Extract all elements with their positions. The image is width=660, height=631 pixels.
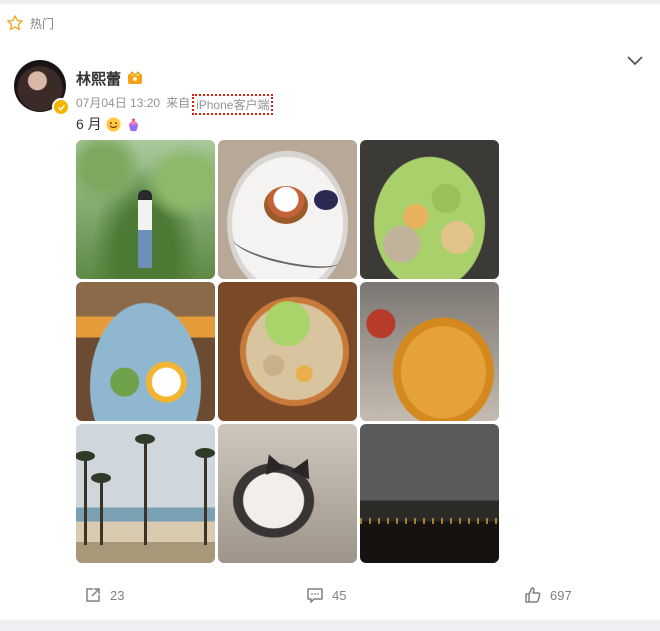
comment-count: 45 — [332, 587, 347, 603]
photo-1[interactable] — [76, 140, 215, 279]
top-divider — [0, 0, 660, 4]
photo-8[interactable] — [218, 424, 357, 563]
photo-7[interactable] — [76, 424, 215, 563]
post-text: 6 月 — [76, 114, 142, 134]
star-icon — [7, 15, 23, 31]
chevron-down-icon[interactable] — [626, 54, 644, 68]
share-icon — [86, 588, 100, 602]
emoji-icon — [106, 116, 121, 132]
crown-icon — [128, 71, 142, 84]
like-count: 697 — [550, 587, 572, 603]
cupcake-icon — [128, 117, 138, 131]
post-source: iPhone客户端 — [192, 94, 274, 115]
comment-icon — [307, 588, 323, 603]
photo-6[interactable] — [360, 282, 499, 421]
verified-icon — [52, 98, 70, 116]
username[interactable]: 林熙蕾 — [76, 68, 121, 89]
source-prefix: 来自 — [166, 96, 191, 110]
hot-tag: 热门 — [6, 14, 54, 32]
like-icon — [525, 587, 541, 603]
photo-4[interactable] — [76, 282, 215, 421]
action-bar: 23 45 697 — [0, 586, 660, 610]
share-count: 23 — [110, 587, 125, 603]
like-button[interactable]: 697 — [524, 586, 572, 604]
hot-label: 热门 — [30, 16, 55, 31]
post-meta: 07月04日 13:20 来自 iPhone客户端 — [76, 94, 274, 115]
photo-5[interactable] — [218, 282, 357, 421]
photo-9[interactable] — [360, 424, 499, 563]
bottom-divider — [0, 620, 660, 631]
share-button[interactable]: 23 — [84, 586, 124, 604]
comment-button[interactable]: 45 — [306, 586, 346, 604]
photo-grid — [76, 140, 499, 563]
photo-2[interactable] — [218, 140, 357, 279]
post-date[interactable]: 07月04日 13:20 — [76, 94, 160, 115]
post-text-content: 6 月 — [76, 116, 102, 132]
photo-3[interactable] — [360, 140, 499, 279]
